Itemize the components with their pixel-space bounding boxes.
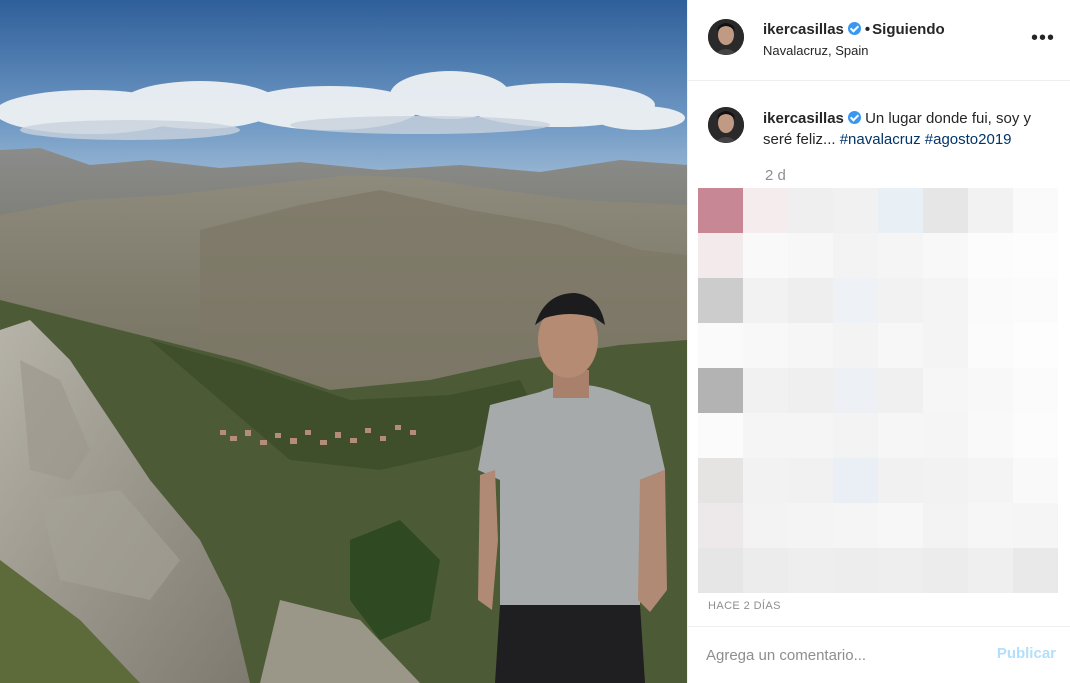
mosaic-cell (698, 548, 743, 593)
mosaic-cell (743, 548, 788, 593)
mosaic-cell (833, 458, 878, 503)
mosaic-cell (833, 503, 878, 548)
mosaic-cell (968, 278, 1013, 323)
mosaic-cell (833, 413, 878, 458)
mosaic-cell (968, 548, 1013, 593)
mosaic-cell (1013, 188, 1058, 233)
hashtag-link[interactable]: #agosto2019 (925, 131, 1012, 148)
mosaic-cell (923, 188, 968, 233)
mosaic-cell (968, 413, 1013, 458)
mosaic-cell (1013, 548, 1058, 593)
mosaic-cell (878, 278, 923, 323)
mosaic-cell (788, 368, 833, 413)
mosaic-cell (698, 233, 743, 278)
more-horizontal-icon[interactable]: ••• (1031, 28, 1055, 48)
mosaic-cell (788, 278, 833, 323)
mosaic-cell (968, 233, 1013, 278)
mosaic-cell (743, 413, 788, 458)
mosaic-cell (698, 368, 743, 413)
mosaic-cell (698, 413, 743, 458)
mosaic-cell (923, 233, 968, 278)
mosaic-cell (698, 278, 743, 323)
mosaic-cell (788, 503, 833, 548)
mosaic-cell (788, 233, 833, 278)
mosaic-cell (743, 368, 788, 413)
header-user-line: ikercasillas • Siguiendo (763, 21, 945, 38)
comment-bar: Publicar (688, 626, 1070, 683)
avatar[interactable] (708, 19, 744, 55)
mosaic-cell (833, 548, 878, 593)
verified-badge-icon (847, 111, 861, 124)
mosaic-cell (878, 323, 923, 368)
separator-dot: • (864, 21, 871, 38)
mosaic-cell (833, 233, 878, 278)
post-sidebar: ikercasillas • Siguiendo Navalacruz, Spain… (687, 0, 1070, 683)
mosaic-cell (1013, 278, 1058, 323)
landscape-photo (0, 0, 687, 683)
mosaic-cell (788, 188, 833, 233)
mosaic-cell (698, 458, 743, 503)
mosaic-cell (1013, 323, 1058, 368)
mosaic-cell (923, 278, 968, 323)
hashtag-link[interactable]: #navalacruz (840, 131, 921, 148)
caption-avatar[interactable] (708, 107, 744, 143)
mosaic-cell (743, 458, 788, 503)
mosaic-cell (878, 458, 923, 503)
mosaic-cell (743, 188, 788, 233)
location-link[interactable]: Navalacruz, Spain (763, 43, 869, 58)
mosaic-cell (743, 278, 788, 323)
mosaic-cell (878, 368, 923, 413)
caption-username-link[interactable]: ikercasillas (763, 110, 844, 127)
mosaic-cell (878, 548, 923, 593)
mosaic-cell (1013, 368, 1058, 413)
mosaic-cell (833, 368, 878, 413)
following-button[interactable]: Siguiendo (872, 21, 945, 38)
mosaic-cell (788, 413, 833, 458)
mosaic-cell (788, 548, 833, 593)
mosaic-cell (1013, 503, 1058, 548)
mosaic-cell (1013, 413, 1058, 458)
caption-text: ikercasillas Un lugar donde fui, soy y s… (763, 108, 1053, 150)
mosaic-cell (968, 323, 1013, 368)
profile-photo-icon (708, 19, 744, 55)
mosaic-cell (923, 458, 968, 503)
mosaic-cell (923, 503, 968, 548)
post-date: HACE 2 DÍAS (708, 600, 781, 612)
mosaic-cell (878, 188, 923, 233)
mosaic-cell (743, 503, 788, 548)
mosaic-cell (878, 503, 923, 548)
mosaic-cell (698, 188, 743, 233)
publish-button[interactable]: Publicar (997, 645, 1056, 662)
mosaic-cell (833, 188, 878, 233)
mosaic-cell (1013, 458, 1058, 503)
mosaic-cell (968, 503, 1013, 548)
mosaic-cell (833, 278, 878, 323)
post-photo[interactable] (0, 0, 687, 683)
mosaic-cell (878, 413, 923, 458)
comment-input[interactable] (706, 641, 986, 669)
mosaic-cell (968, 188, 1013, 233)
username-link[interactable]: ikercasillas (763, 21, 844, 38)
mosaic-cell (923, 548, 968, 593)
pixelated-comments-area (698, 188, 1058, 593)
mosaic-cell (743, 323, 788, 368)
mosaic-cell (968, 368, 1013, 413)
mosaic-cell (923, 368, 968, 413)
mosaic-cell (1013, 233, 1058, 278)
mosaic-cell (743, 233, 788, 278)
mosaic-cell (833, 323, 878, 368)
mosaic-cell (923, 413, 968, 458)
mosaic-cell (923, 323, 968, 368)
mosaic-cell (968, 458, 1013, 503)
mosaic-cell (698, 323, 743, 368)
verified-badge-icon (847, 22, 861, 35)
profile-photo-icon (708, 107, 744, 143)
mosaic-cell (788, 458, 833, 503)
mosaic-cell (788, 323, 833, 368)
caption-time-ago: 2 d (765, 167, 786, 184)
post-header: ikercasillas • Siguiendo Navalacruz, Spain… (688, 0, 1070, 81)
mosaic-cell (698, 503, 743, 548)
mosaic-cell (878, 233, 923, 278)
